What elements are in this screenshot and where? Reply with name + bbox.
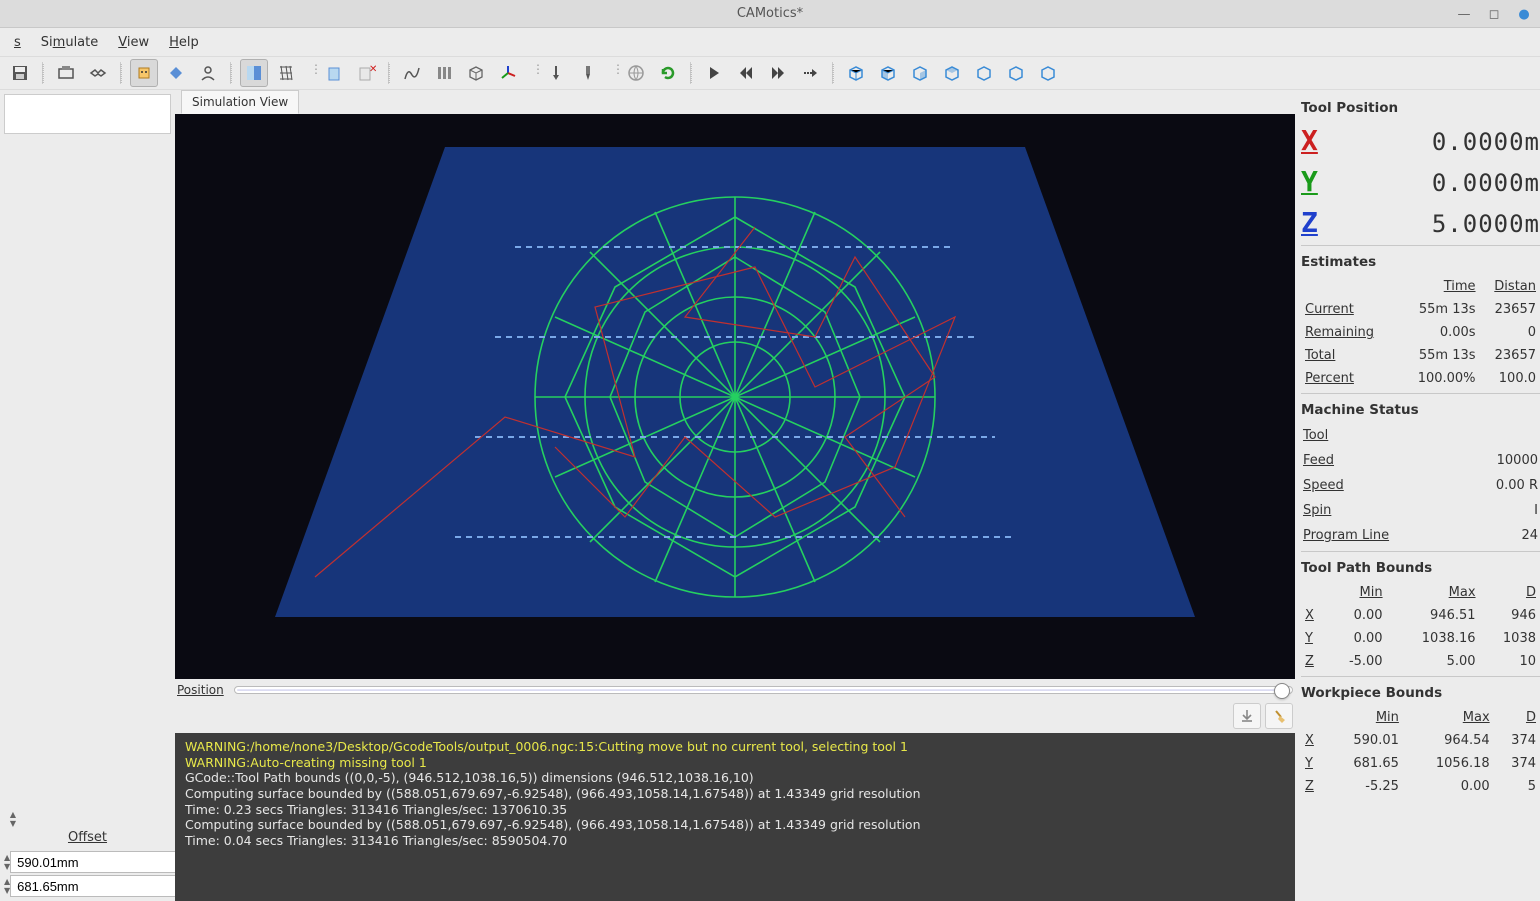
axis-x-value: 0.0000m	[1432, 128, 1540, 156]
view-bottom-icon[interactable]	[1034, 59, 1062, 87]
console-line: WARNING:Auto-creating missing tool 1	[185, 755, 1285, 771]
diamond-down-icon[interactable]	[162, 59, 190, 87]
console-line: Computing surface bounded by ((588.051,6…	[185, 817, 1285, 833]
machine-status-title: Machine Status	[1301, 396, 1540, 422]
menu-item-simulate[interactable]: Simulate	[31, 31, 108, 54]
tool-pin-icon[interactable]	[542, 59, 570, 87]
estimates-table: TimeDistan Current55m 13s23657 Remaining…	[1301, 274, 1540, 391]
toolbar: ⋮ ✕ ⋮ ⋮	[0, 56, 1540, 90]
stepper-up[interactable]: ▲	[10, 810, 16, 819]
stepper-down[interactable]: ▼	[10, 819, 16, 828]
lattice-icon[interactable]	[272, 59, 300, 87]
console-line: Computing surface bounded by ((588.051,6…	[185, 786, 1285, 802]
axis-y-value: 0.0000m	[1432, 169, 1540, 197]
spindle-icon[interactable]	[574, 59, 602, 87]
user-icon[interactable]	[194, 59, 222, 87]
menu-item-0[interactable]: s	[4, 31, 31, 54]
position-label: Position	[177, 683, 228, 697]
view-front-icon[interactable]	[874, 59, 902, 87]
surface-icon[interactable]	[240, 59, 268, 87]
tool-path-bounds-title: Tool Path Bounds	[1301, 554, 1540, 580]
3d-viewport[interactable]	[175, 114, 1295, 679]
view-top-icon[interactable]	[1002, 59, 1030, 87]
title-bar: CAMotics* — ◻ ●	[0, 0, 1540, 28]
robot-icon[interactable]	[130, 59, 158, 87]
download-icon[interactable]	[1233, 703, 1261, 729]
machine-icon[interactable]	[52, 59, 80, 87]
workpiece-icon[interactable]	[320, 59, 348, 87]
console[interactable]: WARNING:/home/none3/Desktop/GcodeTools/o…	[175, 733, 1295, 901]
workpiece-bounds-table: MinMaxD X590.01964.54374 Y681.651056.183…	[1301, 705, 1540, 799]
axis-x-label: X	[1301, 124, 1318, 157]
maximize-button[interactable]: ◻	[1484, 4, 1504, 24]
view-iso-icon[interactable]	[842, 59, 870, 87]
rewind-icon[interactable]	[732, 59, 760, 87]
position-slider[interactable]	[234, 686, 1293, 694]
right-panel: Tool Position X 0.0000m Y 0.0000m Z 5.0000m…	[1295, 90, 1540, 901]
minimize-button[interactable]: —	[1454, 4, 1474, 24]
tool-path-bounds-table: MinMaxD X0.00946.51946 Y0.001038.161038 …	[1301, 580, 1540, 674]
left-panel: ▲▼ Offset ▲▼ ▲▼ ▲▼ ▲▼	[0, 90, 175, 901]
estimates-title: Estimates	[1301, 248, 1540, 274]
axis-z-label: Z	[1301, 206, 1318, 239]
console-line: Time: 0.04 secs Triangles: 313416 Triang…	[185, 833, 1285, 849]
save-icon[interactable]	[6, 59, 34, 87]
offset-header: Offset	[4, 828, 171, 847]
view-right-icon[interactable]	[970, 59, 998, 87]
view-back-icon[interactable]	[906, 59, 934, 87]
axes-icon[interactable]	[494, 59, 522, 87]
refresh-icon[interactable]	[654, 59, 682, 87]
menu-item-view[interactable]: View	[108, 31, 159, 54]
window-title: CAMotics*	[737, 6, 803, 21]
machine-status-table: Tool Feed10000 Speed0.00 R SpinI Program…	[1301, 422, 1540, 549]
cube-icon[interactable]	[462, 59, 490, 87]
close-button[interactable]: ●	[1514, 4, 1534, 24]
forward-icon[interactable]	[764, 59, 792, 87]
tool-position-title: Tool Position	[1301, 94, 1540, 120]
svg-text:✕: ✕	[369, 64, 376, 75]
menu-item-help[interactable]: Help	[159, 31, 209, 54]
workpiece-bounds-title: Workpiece Bounds	[1301, 679, 1540, 705]
simulation-view-tab[interactable]: Simulation View	[181, 90, 299, 114]
toolpath-icon[interactable]	[398, 59, 426, 87]
view-left-icon[interactable]	[938, 59, 966, 87]
globe-icon[interactable]	[622, 59, 650, 87]
menu-bar: s Simulate View Help	[0, 28, 1540, 56]
handshake-icon[interactable]	[84, 59, 112, 87]
console-line: WARNING:/home/none3/Desktop/GcodeTools/o…	[185, 739, 1285, 755]
console-line: Time: 0.23 secs Triangles: 313416 Triang…	[185, 802, 1285, 818]
axis-y-label: Y	[1301, 165, 1318, 198]
bars-icon[interactable]	[430, 59, 458, 87]
skip-icon[interactable]	[796, 59, 824, 87]
console-line: GCode::Tool Path bounds ((0,0,-5), (946.…	[185, 770, 1285, 786]
axis-z-value: 5.0000m	[1432, 210, 1540, 238]
center-panel: Simulation View	[175, 90, 1295, 901]
window-controls: — ◻ ●	[1454, 4, 1534, 24]
left-list[interactable]	[4, 94, 171, 134]
delete-icon[interactable]: ✕	[352, 59, 380, 87]
play-icon[interactable]	[700, 59, 728, 87]
broom-icon[interactable]	[1265, 703, 1293, 729]
